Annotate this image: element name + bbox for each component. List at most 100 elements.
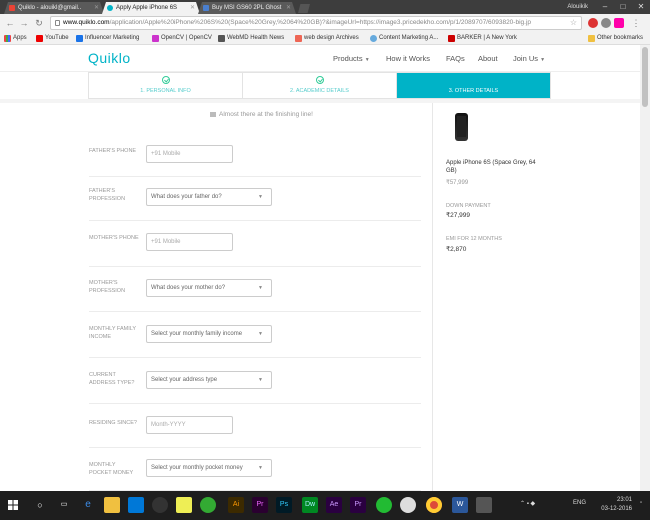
word-icon[interactable]: W [452,497,468,513]
section-divider [0,99,640,103]
new-tab-button[interactable] [298,4,310,13]
extension-icon[interactable] [601,18,611,28]
profile-name[interactable]: Alouikik [567,2,588,12]
nav-join-us[interactable]: Join Us ▼ [513,54,545,63]
site-icon [370,35,377,42]
reload-icon[interactable]: ↻ [33,17,45,29]
sticky-notes-icon[interactable] [176,497,192,513]
store-icon[interactable] [128,497,144,513]
address-type-select[interactable]: Select your address type ▼ [146,371,272,389]
pocket-money-select[interactable]: Select your monthly pocket money ▼ [146,459,272,477]
browser-toolbar: ← → ↻ www.quiklo.com/application/Apple%2… [0,14,650,32]
check-circle-icon [316,76,324,84]
tray-icons[interactable]: ⌃ ▪ ◆ [520,500,535,507]
edge-icon[interactable]: e [80,497,96,513]
residing-since-label: RESIDING SINCE? [89,420,137,426]
nav-faqs[interactable]: FAQs [446,54,465,63]
bookmark-influencer[interactable]: Influencer Marketing [76,33,139,44]
scrollbar-thumb[interactable] [642,47,648,107]
bookmark-content-marketing[interactable]: Content Marketing A... [370,33,438,44]
app-icon[interactable] [400,497,416,513]
nav-products[interactable]: Products ▼ [333,54,370,63]
row-divider [89,220,421,221]
bookmark-web-design[interactable]: web design Archives [295,33,359,44]
close-icon[interactable]: ✕ [190,2,195,14]
back-icon[interactable]: ← [4,17,16,29]
app-icon[interactable] [476,497,492,513]
fathers-phone-input[interactable]: +91 Mobile [146,145,233,163]
bookmark-star-icon[interactable]: ☆ [570,17,577,29]
extension-icon[interactable] [614,18,624,28]
language-indicator[interactable]: ENG [573,500,586,506]
close-window-button[interactable]: ✕ [632,0,650,14]
nav-about[interactable]: About [478,54,498,63]
file-explorer-icon[interactable] [104,497,120,513]
illustrator-icon[interactable]: Ai [228,497,244,513]
address-type-label: CURRENT ADDRESS TYPE? [89,372,135,386]
windows-start-icon[interactable] [8,500,18,510]
search-icon[interactable]: ○ [32,497,48,513]
monthly-income-select[interactable]: Select your monthly family income ▼ [146,325,272,343]
tab-label: Buy MSI GS60 2PL Ghost [212,5,282,11]
premiere-icon[interactable]: Pr [350,497,366,513]
bookmark-barker[interactable]: BARKER | A New York [448,33,517,44]
row-divider [89,447,421,448]
down-payment-value: ₹27,999 [446,212,471,219]
chevron-down-icon: ▼ [540,57,546,63]
chevron-down-icon: ▼ [258,377,263,383]
check-circle-icon [162,76,170,84]
dreamweaver-icon[interactable]: Dw [302,497,318,513]
page-icon [203,5,209,11]
photoshop-icon[interactable]: Ps [276,497,292,513]
emi-label: EMI FOR 12 MONTHS [446,236,502,242]
step-academic-details[interactable]: 2. ACADEMIC DETAILS [243,73,397,98]
chrome-icon[interactable] [426,497,442,513]
pocket-money-label: MONTHLY POCKET MONEY [89,462,134,476]
bookmark-apps[interactable]: Apps [4,33,27,44]
mothers-profession-select[interactable]: What does your mother do? ▼ [146,279,272,297]
after-effects-icon[interactable]: Ae [326,497,342,513]
row-divider [89,357,421,358]
residing-since-input[interactable]: Month-YYYY [146,416,233,434]
fathers-profession-select[interactable]: What does your father do? ▼ [146,188,272,206]
notifications-icon[interactable]: ▫ [640,500,642,506]
system-clock[interactable]: 23:01 03-12-2016 [601,496,632,514]
mothers-profession-label: MOTHER'S PROFESSION [89,280,126,294]
apps-icon [4,35,11,42]
page-info-icon[interactable] [55,20,60,26]
close-icon[interactable]: ✕ [286,2,291,14]
forward-icon[interactable]: → [18,17,30,29]
app-icon[interactable] [200,497,216,513]
bookmark-other[interactable]: Other bookmarks [588,33,643,44]
page-scrollbar[interactable] [640,45,650,491]
browser-tab-apply-iphone[interactable]: Apply Apple iPhone 6S ✕ [102,2,200,14]
browser-tab-gmail[interactable]: Quiklo - alouikl@gmail.. ✕ [4,2,104,14]
address-bar[interactable]: www.quiklo.com/application/Apple%20iPhon… [50,16,582,30]
mothers-phone-input[interactable]: +91 Mobile [146,233,233,251]
chevron-down-icon: ▼ [258,331,263,337]
bookmark-webmd[interactable]: WebMD Health News [218,33,284,44]
site-icon [295,35,302,42]
quiklo-logo[interactable]: Quiklo [88,50,131,66]
bookmark-youtube[interactable]: YouTube [36,33,69,44]
step-personal-info[interactable]: 1. PERSONAL INFO [89,73,243,98]
site-icon [448,35,455,42]
maximize-button[interactable]: □ [614,0,632,14]
progress-steps: 1. PERSONAL INFO 2. ACADEMIC DETAILS 3. … [88,72,551,99]
whatsapp-icon[interactable] [376,497,392,513]
premiere-icon[interactable]: Pr [252,497,268,513]
close-icon[interactable]: ✕ [94,2,99,14]
tab-label: Apply Apple iPhone 6S [116,5,178,11]
minimize-button[interactable]: – [596,0,614,14]
step-other-details[interactable]: 3. OTHER DETAILS [397,73,550,98]
form-banner: Almost there at the finishing line! [210,111,313,118]
task-view-icon[interactable]: ▭ [56,497,72,513]
menu-icon[interactable]: ⋮ [630,17,642,29]
media-icon[interactable] [152,497,168,513]
nav-how-it-works[interactable]: How it Works [386,54,430,63]
web-page: Quiklo Products ▼ How it Works FAQs Abou… [0,45,640,491]
browser-tab-msi[interactable]: Buy MSI GS60 2PL Ghost ✕ [198,2,296,14]
flag-icon [210,111,216,117]
bookmark-opencv[interactable]: OpenCV | OpenCV [152,33,212,44]
extension-icon[interactable] [588,18,598,28]
